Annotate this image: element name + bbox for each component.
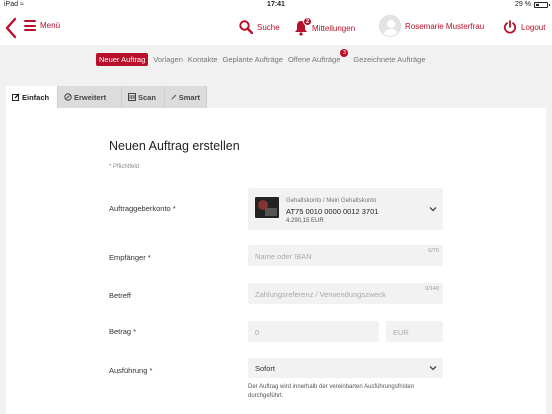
reference-input[interactable]: Zahlungsreferenz / Verwendungszweck 0/14… <box>248 283 443 304</box>
chevron-down-icon <box>429 207 437 212</box>
tab-scan-label: Scan <box>138 92 156 102</box>
tab-erweitert[interactable]: Erweitert <box>58 86 122 108</box>
reference-label: Betreff <box>109 291 131 300</box>
currency-field[interactable]: EUR <box>386 321 443 342</box>
edit-icon <box>12 93 20 101</box>
battery-icon <box>534 1 550 8</box>
bell-icon: 2 <box>294 17 312 36</box>
account-label: Auftraggeberkonto * <box>109 204 176 213</box>
logout-button[interactable]: Logout <box>503 20 545 34</box>
amount-label: Betrag * <box>109 327 137 336</box>
execution-note: Der Auftrag wird innerhalb der vereinbar… <box>248 384 415 399</box>
currency-label: EUR <box>393 328 409 337</box>
subnav-item-signed[interactable]: Gezeichnete Aufträge <box>353 55 425 64</box>
pen-icon <box>64 93 72 101</box>
tab-erweitert-label: Erweitert <box>74 92 107 102</box>
subnav-item-open[interactable]: Offene Aufträge 3 <box>287 49 349 64</box>
menu-label: Menü <box>40 21 61 30</box>
wand-icon <box>171 94 177 100</box>
recipient-counter: 0/70 <box>428 248 439 254</box>
order-type-tabs: Einfach Erweitert Scan Smart <box>6 86 207 108</box>
subnav-item-templates[interactable]: Vorlagen <box>153 55 183 64</box>
recipient-label: Empfänger * <box>109 253 151 262</box>
subnav-item-contacts[interactable]: Kontakte <box>188 55 218 64</box>
messages-label: Mitteilungen <box>312 23 356 33</box>
recipient-input[interactable]: Name oder IBAN 0/70 <box>248 245 443 266</box>
logout-label: Logout <box>521 22 546 32</box>
execution-value: Sofort <box>255 364 276 373</box>
account-select[interactable]: Gehaltskonto / Mein Gehaltskonto AT75 00… <box>248 188 443 230</box>
subnav-item-open-label: Offene Aufträge <box>287 55 341 64</box>
chevron-down-icon <box>429 366 437 371</box>
order-form-panel: Neuen Auftrag erstellen * Pflichtfeld Au… <box>6 108 546 414</box>
account-card-image <box>255 197 279 218</box>
tab-scan[interactable]: Scan <box>122 86 165 108</box>
search-icon <box>239 20 253 34</box>
status-time: 17:41 <box>267 1 285 8</box>
subnav-item-scheduled[interactable]: Geplante Aufträge <box>223 55 283 64</box>
tab-einfach[interactable]: Einfach <box>6 86 58 108</box>
status-battery: 29 % <box>515 1 550 8</box>
recipient-placeholder: Name oder IBAN <box>255 252 312 261</box>
user-name: Rosemarie Musterfrau <box>405 21 485 31</box>
hamburger-icon <box>24 20 36 31</box>
sub-navigation: Neuer Auftrag Vorlagen Kontakte Geplante… <box>0 45 552 73</box>
search-button[interactable]: Suche <box>239 20 280 34</box>
menu-button[interactable]: Menü <box>24 20 60 31</box>
account-name: Gehaltskonto / Mein Gehaltskonto <box>286 198 377 204</box>
avatar <box>379 15 401 37</box>
subnav-item-new-order[interactable]: Neuer Auftrag <box>96 53 149 66</box>
tab-einfach-label: Einfach <box>22 92 50 102</box>
execution-select[interactable]: Sofort <box>248 358 443 378</box>
reference-placeholder: Zahlungsreferenz / Verwendungszweck <box>255 290 386 299</box>
status-bar: iPad ≈ 17:41 29 % <box>0 0 552 11</box>
required-note: * Pflichtfeld <box>109 164 140 170</box>
account-balance: 4.290,15 EUR <box>286 218 324 224</box>
open-orders-badge: 3 <box>340 49 349 57</box>
user-profile-button[interactable]: Rosemarie Musterfrau <box>379 15 484 37</box>
messages-badge: 2 <box>303 17 312 26</box>
amount-placeholder: 0 <box>255 328 260 337</box>
back-button[interactable] <box>4 17 18 39</box>
battery-label: 29 % <box>515 1 531 8</box>
power-icon <box>503 20 517 34</box>
search-label: Suche <box>257 22 280 32</box>
top-navigation-bar: Menü Suche 2 Mitteilungen Rosemarie Must… <box>0 11 552 45</box>
chevron-left-icon <box>5 17 17 39</box>
account-iban: AT75 0010 0000 0012 3701 <box>286 207 379 216</box>
tab-smart-label: Smart <box>178 92 200 102</box>
page-title: Neuen Auftrag erstellen <box>109 139 240 153</box>
execution-label: Ausführung * <box>109 366 153 375</box>
amount-input[interactable]: 0 <box>248 321 379 342</box>
messages-button[interactable]: 2 Mitteilungen <box>294 17 356 36</box>
reference-counter: 0/140 <box>425 286 439 292</box>
tab-smart[interactable]: Smart <box>165 86 207 108</box>
scan-icon <box>128 93 136 101</box>
